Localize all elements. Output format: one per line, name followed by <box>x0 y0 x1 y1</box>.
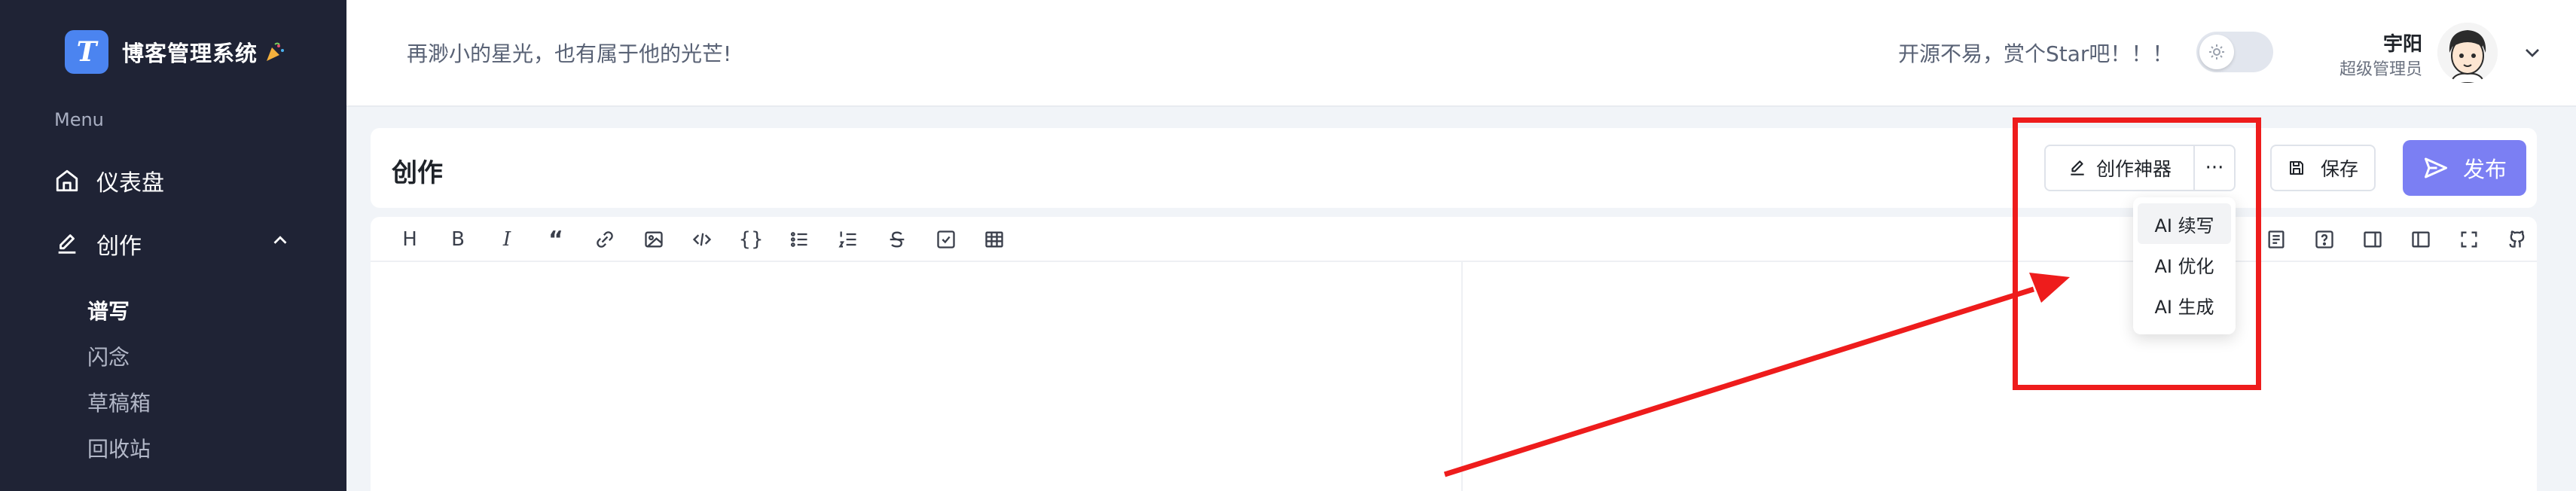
quote-icon[interactable]: “ <box>544 227 568 253</box>
save-button[interactable]: 保存 <box>2270 145 2376 191</box>
chevron-up-icon[interactable] <box>269 229 291 252</box>
github-star-link[interactable]: 开源不易，赏个Star吧！！！ <box>1898 38 2173 68</box>
sidebar-subitem-compose[interactable]: 谱写 <box>87 295 130 325</box>
link-icon[interactable] <box>593 227 617 252</box>
sidebar-subitem-drafts[interactable]: 草稿箱 <box>87 387 151 417</box>
split-view-icon[interactable] <box>2409 227 2433 252</box>
code-icon[interactable] <box>690 227 714 252</box>
home-icon <box>56 169 78 192</box>
preview-only-icon[interactable] <box>2361 227 2385 252</box>
sidebar-item-create[interactable]: 创作 <box>54 227 287 261</box>
sidebar: T 博客管理系统 Menu 仪表盘 创作 谱写 闪念 草稿箱 回收站 <box>0 0 346 491</box>
user-role: 超级管理员 <box>2339 60 2422 79</box>
top-header: 再渺小的星光，也有属于他的光芒! 开源不易，赏个Star吧！！！ 宇阳 超级管理… <box>346 0 2576 107</box>
strikethrough-icon[interactable] <box>885 227 909 252</box>
party-popper-icon <box>264 41 286 63</box>
save-icon <box>2289 161 2303 175</box>
avatar-illustration <box>2437 23 2498 83</box>
avatar[interactable] <box>2437 23 2498 83</box>
page-title: 创作 <box>392 158 443 188</box>
sidebar-item-label: 创作 <box>96 233 142 260</box>
task-list-icon[interactable] <box>934 227 958 252</box>
editor-preview-divider <box>1461 262 1463 491</box>
sidebar-item-dashboard[interactable]: 仪表盘 <box>54 164 164 197</box>
help-icon[interactable] <box>2312 227 2336 252</box>
sidebar-subitem-flash[interactable]: 闪念 <box>87 341 130 371</box>
theme-toggle[interactable] <box>2196 32 2273 72</box>
sun-icon <box>2209 44 2224 59</box>
bold-icon[interactable]: B <box>446 227 470 252</box>
fullscreen-icon[interactable] <box>2457 227 2481 252</box>
brand-title: 博客管理系统 <box>122 41 258 66</box>
github-icon[interactable] <box>2505 227 2529 252</box>
app-logo: T <box>65 30 108 74</box>
sidebar-subitem-trash[interactable]: 回收站 <box>87 433 151 463</box>
heading-icon[interactable]: H <box>398 227 422 252</box>
italic-icon[interactable]: I <box>495 227 519 252</box>
annotation-highlight-box <box>2013 117 2261 390</box>
toc-icon[interactable] <box>2264 227 2288 252</box>
code-block-icon[interactable]: {} <box>738 227 763 252</box>
unordered-list-icon[interactable] <box>787 227 811 252</box>
table-icon[interactable] <box>982 227 1006 252</box>
edit-icon <box>58 234 76 254</box>
header-slogan: 再渺小的星光，也有属于他的光芒! <box>407 41 732 66</box>
chevron-down-icon[interactable] <box>2520 41 2544 65</box>
brand[interactable]: T 博客管理系统 <box>65 30 286 74</box>
sidebar-item-label: 仪表盘 <box>96 170 164 197</box>
send-icon <box>2424 157 2447 178</box>
image-icon[interactable] <box>642 227 666 252</box>
ordered-list-icon[interactable] <box>836 227 860 252</box>
user-name: 宇阳 <box>2382 33 2422 56</box>
publish-button[interactable]: 发布 <box>2403 140 2526 196</box>
menu-heading: Menu <box>54 109 104 130</box>
